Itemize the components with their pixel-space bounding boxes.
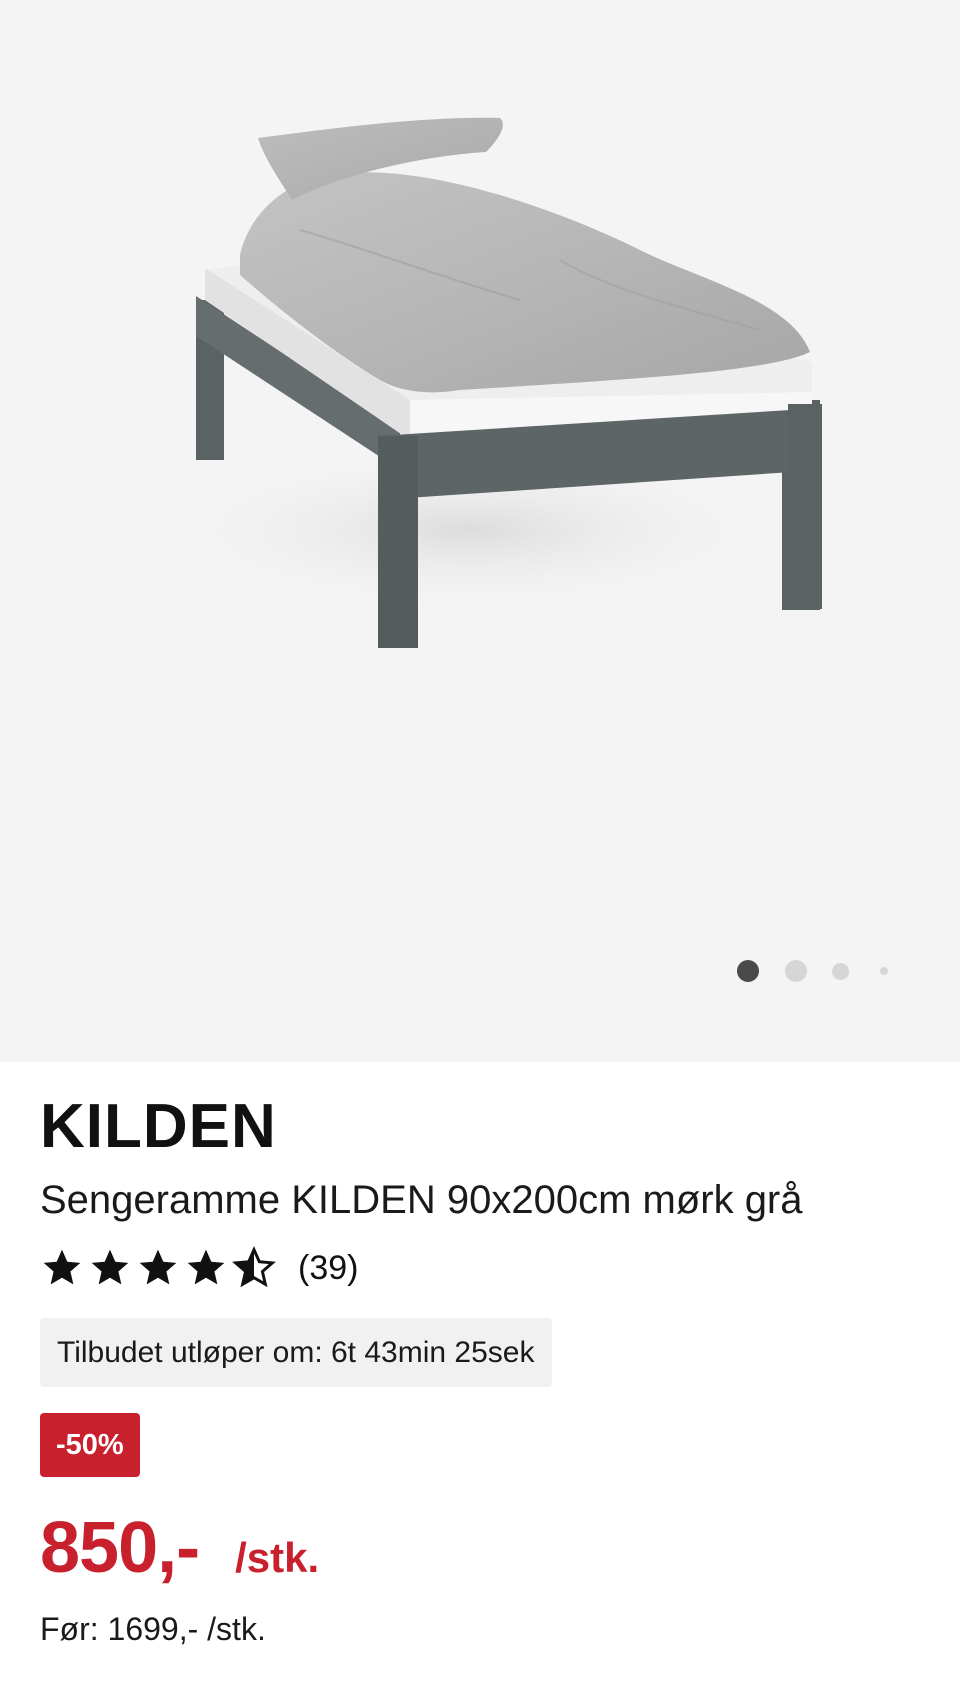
price-row: 850,- /stk. [40, 1507, 920, 1589]
product-info: KILDEN Sengeramme KILDEN 90x200cm mørk g… [0, 1062, 960, 1648]
product-image [140, 117, 822, 648]
product-rating[interactable]: (39) [40, 1244, 920, 1292]
star-full-icon [43, 1249, 81, 1285]
offer-countdown: Tilbudet utløper om: 6t 43min 25sek [40, 1318, 553, 1387]
star-full-icon [91, 1249, 129, 1285]
star-full-icon [187, 1249, 225, 1285]
previous-price: Før: 1699,- /stk. [40, 1611, 266, 1647]
carousel-indicator [737, 960, 888, 982]
price-unit: /stk. [235, 1534, 320, 1581]
carousel-dot[interactable] [832, 962, 849, 980]
carousel-dot[interactable] [880, 967, 888, 975]
product-title: Sengeramme KILDEN 90x200cm mørk grå [40, 1178, 803, 1222]
star-half-icon [232, 1246, 276, 1288]
carousel-dot[interactable] [785, 960, 807, 982]
product-image-carousel[interactable] [0, 0, 960, 1062]
carousel-dot-active[interactable] [737, 960, 759, 982]
star-full-icon [139, 1249, 177, 1285]
current-price: 850,- [40, 1508, 200, 1588]
discount-badge: -50% [40, 1413, 140, 1477]
product-brand: KILDEN [40, 1092, 277, 1161]
rating-count[interactable]: (39) [298, 1249, 358, 1288]
